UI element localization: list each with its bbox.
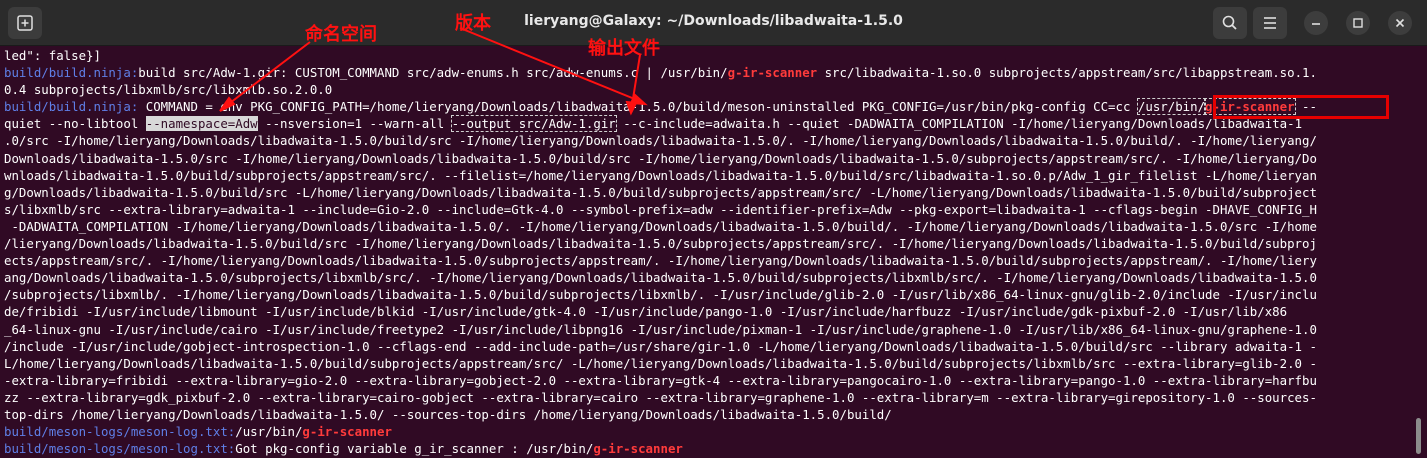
close-button[interactable] <box>1388 11 1412 35</box>
terminal-segment: build/build.ninja: <box>4 99 139 115</box>
terminal-line: 0.4 subprojects/libxmlb/src/libxmlb.so.2… <box>4 81 1414 98</box>
terminal-line: build/build.ninja: COMMAND = env PKG_CON… <box>4 98 1414 116</box>
terminal-segment: /usr/bin/ <box>1136 98 1207 116</box>
search-button[interactable] <box>1213 7 1247 39</box>
terminal-segment: .0/src -I/home/lieryang/Downloads/libadw… <box>4 133 1317 149</box>
terminal-line: /include -I/usr/include/gobject-introspe… <box>4 338 1414 355</box>
maximize-icon <box>1353 18 1363 28</box>
terminal-segment: COMMAND = env PKG_CONFIG_PATH=/home/lier… <box>138 99 1138 115</box>
terminal-segment: build/meson-logs/meson-log.txt: <box>4 424 236 440</box>
terminal-line: build/meson-logs/meson-log.txt:/usr/bin/… <box>4 423 1414 440</box>
terminal-segment: _64-linux-gnu -I/usr/include/cairo -I/us… <box>4 321 1317 337</box>
menu-button[interactable] <box>1253 7 1287 39</box>
terminal-segment: g-ir-scanner <box>727 65 818 81</box>
terminal-line: -DADWAITA_COMPILATION -I/home/lieryang/D… <box>4 218 1414 235</box>
terminal-segment: /usr/bin/ <box>235 424 303 440</box>
annotation-output: 输出文件 <box>588 38 660 59</box>
search-icon <box>1222 15 1237 30</box>
terminal-segment: --namespace=Adw <box>145 116 258 132</box>
terminal-line: Downloads/libadwaita-1.5.0/src -I/home/l… <box>4 150 1414 167</box>
terminal-segment: Downloads/libadwaita-1.5.0/src -I/home/l… <box>4 150 1317 166</box>
terminal-segment: g-ir-scanner <box>302 424 392 440</box>
terminal-line: zz --extra-library=gdk_pixbuf-2.0 --extr… <box>4 389 1414 406</box>
terminal-line: -extra-library=fribidi --extra-library=g… <box>4 372 1414 389</box>
title-bar: lieryang@Galaxy: ~/Downloads/libadwaita-… <box>0 0 1427 46</box>
terminal-segment: 0.4 subprojects/libxmlb/src/libxmlb.so.2… <box>4 82 333 98</box>
terminal-segment: quiet --no-libtool <box>4 116 146 132</box>
maximize-button[interactable] <box>1346 11 1370 35</box>
terminal-segment: Got pkg-config variable g_ir_scanner : /… <box>235 441 594 457</box>
terminal-line: _64-linux-gnu -I/usr/include/cairo -I/us… <box>4 321 1414 338</box>
terminal-segment: top-dirs /home/lieryang/Downloads/libadw… <box>4 406 892 422</box>
terminal-segment: L/home/lieryang/Downloads/libadwaita-1.5… <box>4 355 1317 371</box>
minimize-button[interactable] <box>1304 11 1328 35</box>
scrollbar-thumb[interactable] <box>1416 418 1421 454</box>
terminal-line: wnloads/libadwaita-1.5.0/build/subprojec… <box>4 167 1414 184</box>
terminal-segment: -- <box>1294 99 1317 115</box>
terminal-segment: ects/appstream/src/. -I/home/lieryang/Do… <box>4 253 1317 269</box>
terminal-line: ects/appstream/src/. -I/home/lieryang/Do… <box>4 252 1414 269</box>
terminal-segment: --nsversion=1 --warn-all <box>257 116 452 132</box>
terminal-line: de/fribidi -I/usr/include/libmount -I/us… <box>4 303 1414 320</box>
terminal-segment: g-ir-scanner <box>1204 98 1296 116</box>
terminal-segment: --c-include=adwaita.h --quiet -DADWAITA_… <box>615 116 1303 132</box>
terminal-line: /subprojects/libxmlb/. -I/home/lieryang/… <box>4 286 1414 303</box>
terminal-line: .0/src -I/home/lieryang/Downloads/libadw… <box>4 132 1414 149</box>
terminal-segment: build src/Adw-1.gir: CUSTOM_COMMAND src/… <box>138 65 728 81</box>
terminal-segment: g/Downloads/libadwaita-1.5.0/build/src -… <box>4 184 1317 200</box>
menu-icon <box>1264 17 1276 29</box>
terminal-segment: --output src/Adw-1.gir <box>450 115 617 133</box>
terminal-segment: s/libxmlb/src --extra-library=adwaita-1 … <box>4 201 1317 217</box>
terminal-segment: wnloads/libadwaita-1.5.0/build/subprojec… <box>4 167 1317 183</box>
terminal-line: /lieryang/Downloads/libadwaita-1.5.0/bui… <box>4 235 1414 252</box>
annotation-namespace: 命名空间 <box>305 24 377 45</box>
terminal-line: s/libxmlb/src --extra-library=adwaita-1 … <box>4 201 1414 218</box>
terminal-line: quiet --no-libtool --namespace=Adw --nsv… <box>4 115 1414 133</box>
terminal-line: build/meson-logs/meson-log.txt:Got pkg-c… <box>4 440 1414 457</box>
terminal-segment: zz --extra-library=gdk_pixbuf-2.0 --extr… <box>4 389 1317 405</box>
terminal-segment: -extra-library=fribidi --extra-library=g… <box>4 372 1317 388</box>
terminal-segment: de/fribidi -I/usr/include/libmount -I/us… <box>4 304 1288 320</box>
terminal-segment: src/libadwaita-1.so.0 subprojects/appstr… <box>817 65 1317 81</box>
terminal-line: L/home/lieryang/Downloads/libadwaita-1.5… <box>4 355 1414 372</box>
minimize-icon <box>1312 23 1320 25</box>
terminal-segment: ang/Downloads/libadwaita-1.5.0/subprojec… <box>4 270 1317 286</box>
close-icon <box>1395 18 1405 28</box>
terminal-segment: -DADWAITA_COMPILATION -I/home/lieryang/D… <box>4 218 1317 234</box>
terminal-line: top-dirs /home/lieryang/Downloads/libadw… <box>4 406 1414 423</box>
terminal-line: led": false}] <box>4 47 1414 64</box>
terminal-segment: led": false}] <box>4 48 101 63</box>
terminal-line: build/build.ninja:build src/Adw-1.gir: C… <box>4 64 1414 81</box>
terminal-line: g/Downloads/libadwaita-1.5.0/build/src -… <box>4 184 1414 201</box>
terminal-segment: /subprojects/libxmlb/. -I/home/lieryang/… <box>4 287 1317 303</box>
terminal-segment: build/build.ninja: <box>4 65 139 81</box>
terminal-segment: g-ir-scanner <box>593 441 683 457</box>
annotation-version: 版本 <box>455 13 491 34</box>
terminal-output[interactable]: led": false}] build/build.ninja:build src… <box>4 47 1414 458</box>
terminal-segment: /lieryang/Downloads/libadwaita-1.5.0/bui… <box>4 236 1317 252</box>
terminal-segment: build/meson-logs/meson-log.txt: <box>4 441 236 457</box>
terminal-segment: /include -I/usr/include/gobject-introspe… <box>4 338 1317 354</box>
terminal-line: ang/Downloads/libadwaita-1.5.0/subprojec… <box>4 269 1414 286</box>
